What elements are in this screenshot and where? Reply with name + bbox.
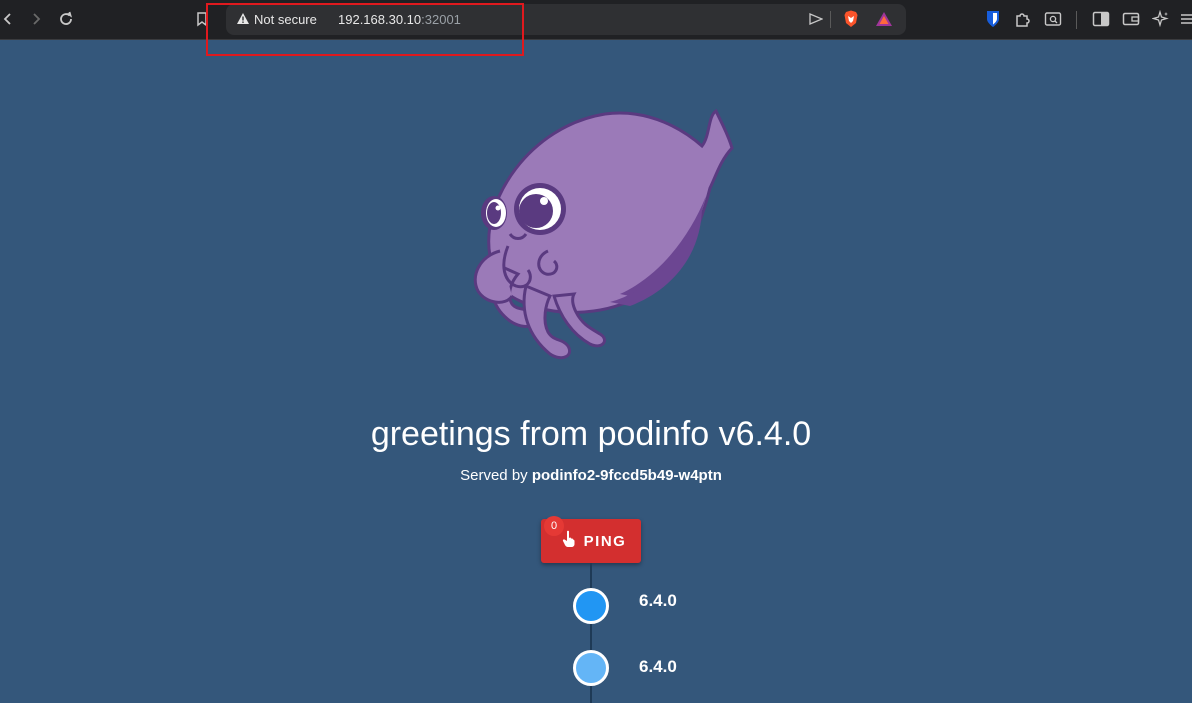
pod-name: podinfo2-9fccd5b49-w4ptn (531, 467, 722, 484)
brave-shield-icon[interactable] (839, 7, 863, 31)
timeline-dot (573, 650, 609, 686)
send-icon[interactable] (804, 7, 828, 31)
page-content: greetings from podinfo v6.4.0 Served by … (0, 40, 1192, 703)
wallet-icon[interactable] (1119, 7, 1143, 31)
reload-icon[interactable] (54, 7, 78, 31)
ping-label: PING (583, 532, 627, 550)
cuttlefish-mascot-logo (473, 108, 734, 360)
extensions-icon[interactable] (1011, 7, 1035, 31)
screenshot-search-icon[interactable] (1041, 7, 1065, 31)
brave-rewards-icon[interactable] (872, 7, 896, 31)
toolbar-divider (1076, 11, 1077, 29)
timeline-version: 6.4.0 (639, 591, 677, 610)
sidebar-icon[interactable] (1089, 7, 1113, 31)
bitwarden-icon[interactable] (981, 7, 1005, 31)
ping-count-badge: 0 (544, 516, 564, 536)
menu-icon[interactable] (1175, 7, 1192, 31)
forward-icon[interactable] (24, 7, 48, 31)
served-by-prefix: Served by (460, 467, 532, 484)
timeline-dot (573, 588, 609, 624)
divider (830, 11, 831, 28)
timeline-version: 6.4.0 (639, 657, 677, 676)
back-icon[interactable] (0, 7, 20, 31)
hand-pointer-icon (562, 530, 576, 552)
page-title: greetings from podinfo v6.4.0 (370, 415, 812, 453)
served-by-text: Served by podinfo2-9fccd5b49-w4ptn (0, 467, 1182, 484)
leo-ai-icon[interactable] (1149, 7, 1173, 31)
browser-toolbar: Not secure 192.168.30.10:32001 (0, 0, 1192, 56)
